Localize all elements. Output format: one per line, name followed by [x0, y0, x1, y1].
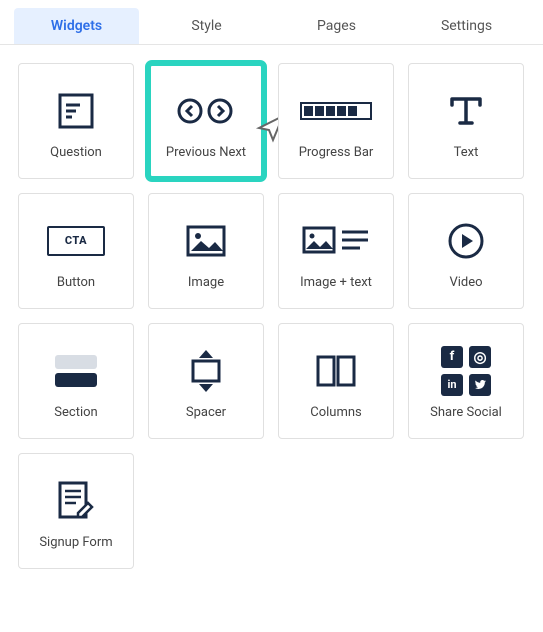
widget-label: Spacer [186, 405, 226, 420]
widget-video[interactable]: Video [408, 193, 524, 309]
columns-icon [314, 343, 358, 399]
widget-question[interactable]: Question [18, 63, 134, 179]
section-icon [51, 343, 101, 399]
widget-label: Progress Bar [299, 145, 374, 160]
widget-signup-form[interactable]: Signup Form [18, 453, 134, 569]
text-icon [446, 83, 486, 139]
widget-button[interactable]: CTA Button [18, 193, 134, 309]
widget-label: Section [54, 405, 97, 420]
widget-text[interactable]: Text [408, 63, 524, 179]
tab-style[interactable]: Style [144, 8, 269, 44]
widget-share-social[interactable]: f ◎ in Share Social [408, 323, 524, 439]
widget-label: Previous Next [166, 145, 246, 160]
widget-label: Image [188, 275, 224, 290]
tab-widgets[interactable]: Widgets [14, 8, 139, 44]
share-social-icon: f ◎ in [441, 343, 491, 399]
widget-label: Signup Form [39, 535, 112, 550]
image-icon [185, 213, 227, 269]
widget-section[interactable]: Section [18, 323, 134, 439]
widget-progress-bar[interactable]: Progress Bar [278, 63, 394, 179]
question-icon [56, 83, 96, 139]
widget-columns[interactable]: Columns [278, 323, 394, 439]
widget-spacer[interactable]: Spacer [148, 323, 264, 439]
widget-label: Columns [310, 405, 362, 420]
widget-image[interactable]: Image [148, 193, 264, 309]
tab-bar: Widgets Style Pages Settings [0, 0, 543, 45]
tab-pages[interactable]: Pages [274, 8, 399, 44]
widget-image-text[interactable]: Image + text [278, 193, 394, 309]
widget-label: Text [454, 145, 479, 160]
widget-label: Share Social [430, 405, 502, 420]
prev-next-icon [174, 83, 238, 139]
spacer-icon [187, 343, 225, 399]
button-icon: CTA [47, 213, 105, 269]
image-text-icon [302, 213, 370, 269]
progress-bar-icon [300, 83, 372, 139]
video-icon [445, 213, 487, 269]
widget-label: Image + text [300, 275, 372, 290]
widget-previous-next[interactable]: Previous Next [148, 63, 264, 179]
signup-form-icon [54, 473, 98, 529]
widget-label: Video [449, 275, 482, 290]
tab-settings[interactable]: Settings [404, 8, 529, 44]
widget-grid: Question Previous Next Progress Bar [0, 45, 543, 587]
widget-label: Button [57, 275, 95, 290]
widget-label: Question [50, 145, 102, 160]
